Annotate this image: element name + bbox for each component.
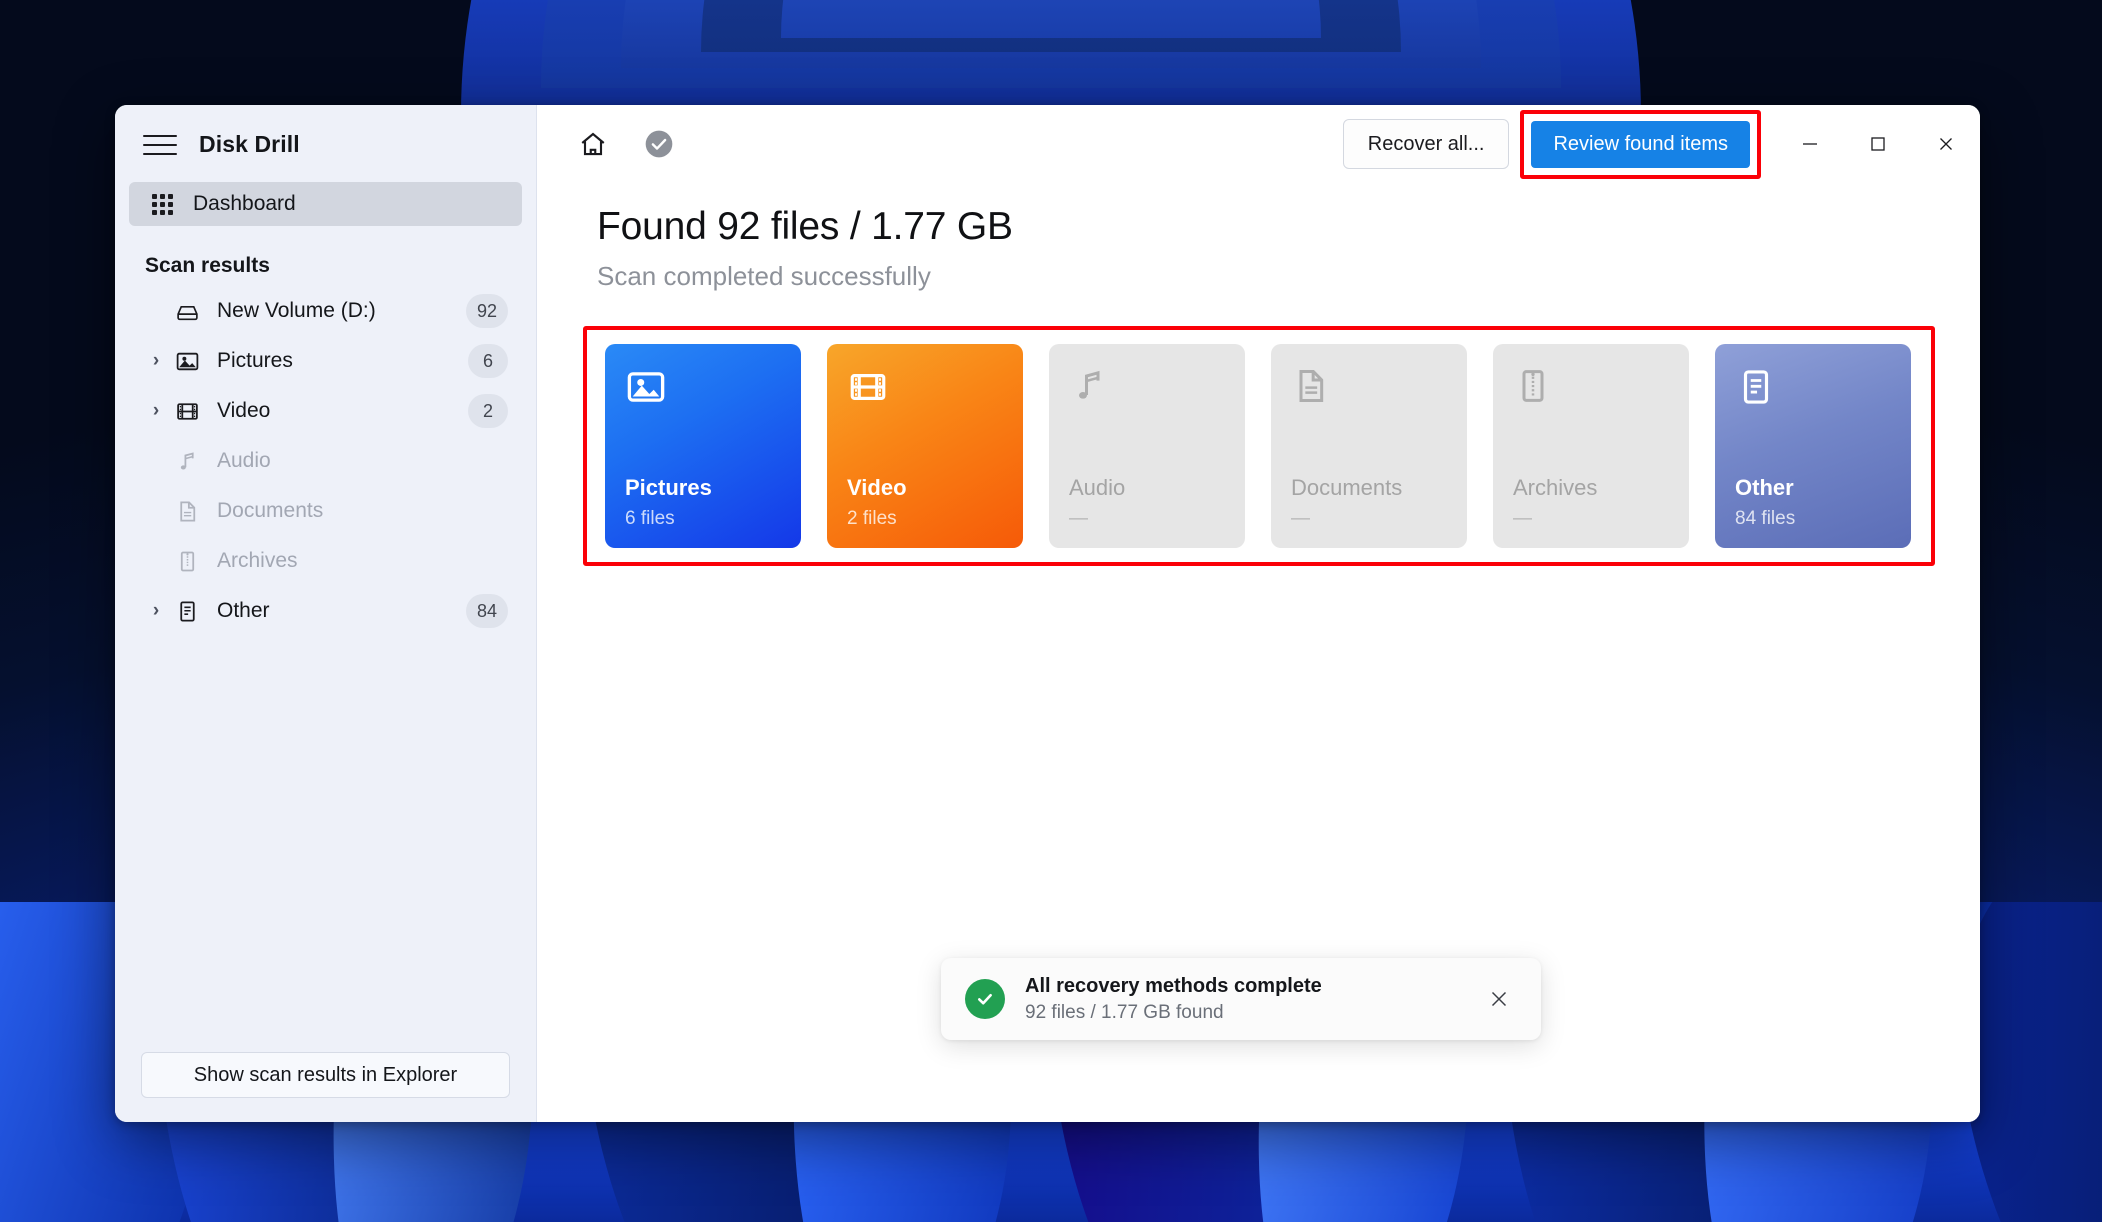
toast-title: All recovery methods complete (1025, 974, 1322, 997)
sidebar-item-badge: 92 (465, 294, 508, 328)
close-button[interactable] (1912, 112, 1980, 176)
card-video[interactable]: Video 2 files (827, 344, 1023, 548)
film-icon (847, 366, 1003, 422)
sidebar-item-other[interactable]: › Other 84 (115, 586, 536, 636)
sidebar-item-label: Dashboard (193, 192, 296, 215)
disk-drill-window: Disk Drill Dashboard Scan results › New … (115, 105, 1980, 1122)
recover-all-button[interactable]: Recover all... (1342, 119, 1510, 169)
sidebar-item-label: Other (217, 599, 270, 622)
card-label: Pictures (625, 474, 712, 500)
toast-notification: All recovery methods complete 92 files /… (941, 958, 1541, 1040)
music-note-icon (169, 449, 205, 474)
card-pictures[interactable]: Pictures 6 files (605, 344, 801, 548)
page-subtitle: Scan completed successfully (597, 261, 931, 291)
chevron-right-icon[interactable]: › (143, 400, 169, 422)
maximize-button[interactable] (1844, 112, 1912, 176)
sidebar-item-audio: › Audio (115, 436, 536, 486)
card-count: 2 files (847, 508, 897, 529)
show-scan-results-in-explorer-button[interactable]: Show scan results in Explorer (141, 1052, 510, 1098)
window-controls (1776, 112, 1980, 176)
card-count: — (1291, 508, 1310, 529)
card-label: Archives (1513, 474, 1598, 500)
card-label: Audio (1069, 474, 1126, 500)
toast-subtitle: 92 files / 1.77 GB found (1025, 1001, 1224, 1023)
wallpaper-arch (781, 0, 1321, 38)
sidebar-item-new-volume-d[interactable]: › New Volume (D:) 92 (115, 286, 536, 336)
chevron-right-icon[interactable]: › (143, 600, 169, 622)
sidebar-item-label: Documents (217, 499, 324, 522)
card-count: 6 files (625, 508, 675, 529)
sidebar-item-label: Archives (217, 549, 298, 572)
card-label: Video (847, 474, 907, 500)
music-note-icon (1069, 366, 1225, 422)
sidebar-item-archives: › Archives (115, 536, 536, 586)
sidebar-header: Disk Drill (115, 105, 536, 176)
card-label: Documents (1291, 474, 1403, 500)
sidebar-item-label: Pictures (217, 349, 293, 372)
grid-icon (145, 193, 179, 215)
main-content: Recover all... Review found items Found … (537, 105, 1980, 1122)
check-circle-icon[interactable] (633, 118, 685, 170)
sidebar-item-label: Video (217, 399, 271, 422)
file-type-cards-region: Pictures 6 files Video 2 files Audio — D… (583, 326, 1935, 566)
chevron-right-icon[interactable]: › (143, 350, 169, 372)
sidebar-footer: Show scan results in Explorer (115, 1052, 536, 1122)
close-icon[interactable] (1479, 979, 1519, 1019)
card-count: — (1069, 508, 1088, 529)
review-found-items-button[interactable]: Review found items (1531, 120, 1750, 168)
sidebar-item-label: New Volume (D:) (217, 299, 376, 322)
sidebar-item-badge: 84 (465, 594, 508, 628)
document-icon (1291, 366, 1447, 422)
toolbar-actions: Recover all... Review found items (1342, 109, 1980, 179)
scan-results-section-label: Scan results (145, 254, 270, 277)
archive-icon (1513, 366, 1669, 422)
other-file-icon (1735, 366, 1891, 422)
disk-icon (169, 299, 205, 324)
sidebar: Disk Drill Dashboard Scan results › New … (115, 105, 537, 1122)
image-icon (625, 366, 781, 422)
review-found-items-wrapper: Review found items (1520, 109, 1761, 179)
archive-icon (169, 549, 205, 574)
toast-text: All recovery methods complete 92 files /… (1025, 975, 1322, 1024)
other-file-icon (169, 599, 205, 624)
sidebar-item-badge: 2 (468, 394, 508, 428)
card-other[interactable]: Other 84 files (1715, 344, 1911, 548)
card-documents: Documents — (1271, 344, 1467, 548)
document-icon (169, 499, 205, 524)
sidebar-item-pictures[interactable]: › Pictures 6 (115, 336, 536, 386)
sidebar-item-dashboard[interactable]: Dashboard (129, 182, 522, 226)
minimize-button[interactable] (1776, 112, 1844, 176)
page-title: Found 92 files / 1.77 GB (597, 205, 1013, 248)
scan-summary: Found 92 files / 1.77 GB Scan completed … (537, 183, 1980, 292)
image-icon (169, 349, 205, 374)
card-archives: Archives — (1493, 344, 1689, 548)
check-icon (965, 979, 1005, 1019)
card-audio: Audio — (1049, 344, 1245, 548)
app-title: Disk Drill (199, 131, 300, 157)
card-label: Other (1735, 474, 1794, 500)
hamburger-menu-icon[interactable] (143, 132, 177, 158)
sidebar-item-label: Audio (217, 449, 271, 472)
sidebar-item-video[interactable]: › Video 2 (115, 386, 536, 436)
card-count: 84 files (1735, 508, 1796, 529)
sidebar-item-documents: › Documents (115, 486, 536, 536)
home-icon[interactable] (567, 118, 619, 170)
file-type-cards: Pictures 6 files Video 2 files Audio — D… (583, 326, 1935, 548)
toolbar: Recover all... Review found items (537, 105, 1980, 183)
film-icon (169, 399, 205, 424)
card-count: — (1513, 508, 1532, 529)
sidebar-item-badge: 6 (468, 344, 508, 378)
